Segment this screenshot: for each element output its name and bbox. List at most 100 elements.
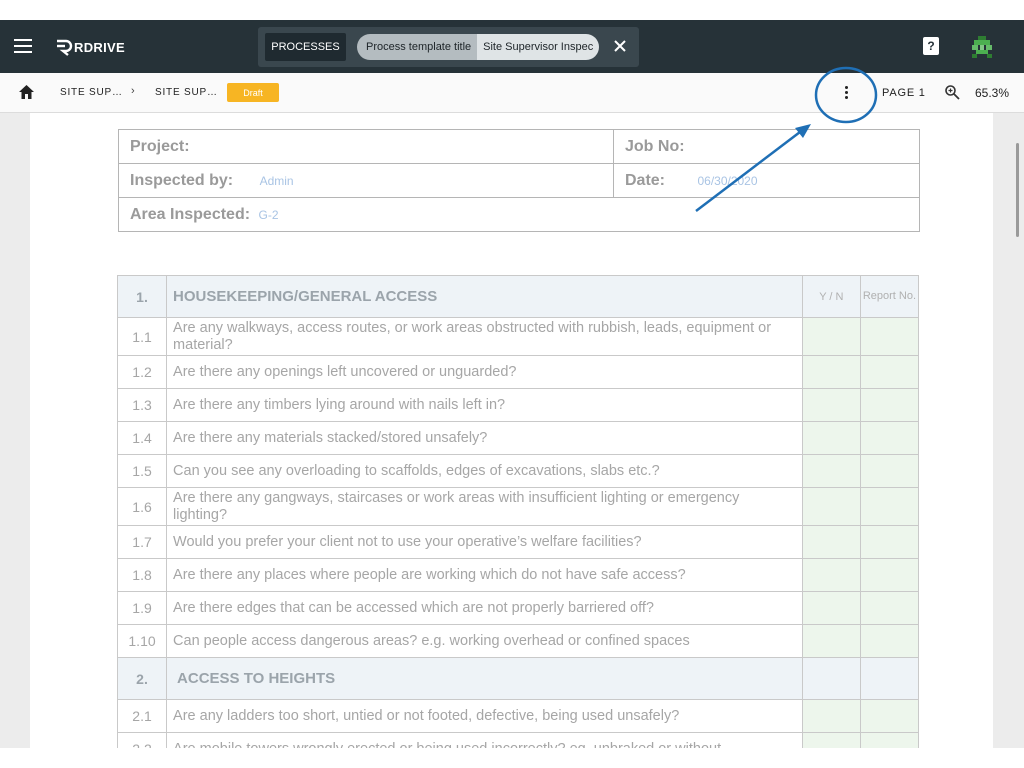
report-number-cell[interactable] xyxy=(859,732,920,748)
table-row: 1.8 Are there any places where people are… xyxy=(116,558,920,592)
more-options-icon[interactable] xyxy=(838,83,854,103)
rdrive-logo-icon xyxy=(57,39,73,56)
report-number-cell[interactable] xyxy=(859,317,920,356)
report-number-cell[interactable] xyxy=(859,699,920,733)
menu-icon[interactable] xyxy=(14,39,32,53)
question-text: Are there any timbers lying around with … xyxy=(166,388,803,422)
report-number-cell[interactable] xyxy=(859,487,920,526)
inspection-header-table: Project: Job No: Inspected by: Admin Dat… xyxy=(118,129,920,232)
report-number-cell[interactable] xyxy=(859,355,920,389)
yn-cell[interactable] xyxy=(801,317,861,356)
zoom-level: 65.3% xyxy=(975,86,1010,100)
section-number: 2. xyxy=(116,657,168,700)
question-number: 1.10 xyxy=(116,624,168,658)
breadcrumb: SITE SUP… › SITE SUP… Draft PAGE 1 65.3% xyxy=(0,73,1024,113)
question-text: Are there edges that can be accessed whi… xyxy=(166,591,803,625)
yn-cell[interactable] xyxy=(801,421,861,455)
area-inspected-field[interactable]: Area Inspected: G-2 xyxy=(118,197,920,232)
inspected-by-field[interactable]: Inspected by: Admin xyxy=(118,163,614,198)
section-title: HOUSEKEEPING/GENERAL ACCESS xyxy=(166,275,803,318)
area-inspected-label: Area Inspected: xyxy=(130,205,251,223)
report-number-cell[interactable] xyxy=(859,624,920,658)
inspected-by-value: Admin xyxy=(259,173,294,188)
question-number: 1.8 xyxy=(116,558,168,592)
question-text: Are there any openings left uncovered or… xyxy=(166,355,803,389)
report-number-cell[interactable] xyxy=(859,525,920,559)
question-text: Are mobile towers wrongly erected or bei… xyxy=(166,732,803,748)
document-viewport[interactable]: Project: Job No: Inspected by: Admin Dat… xyxy=(0,113,1024,748)
table-row: 1.2 Are there any openings left uncovered… xyxy=(116,355,920,389)
yn-cell[interactable] xyxy=(801,454,861,488)
section-number: 1. xyxy=(116,275,168,318)
table-row: 2.2Are mobile towers wrongly erected or … xyxy=(116,732,920,748)
question-number: 1.7 xyxy=(116,525,168,559)
question-text: Can people access dangerous areas? e.g. … xyxy=(166,624,803,658)
section-header-row: 1. HOUSEKEEPING/GENERAL ACCESS Y / N Rep… xyxy=(116,275,920,318)
question-number: 1.3 xyxy=(116,388,168,422)
yn-cell[interactable] xyxy=(801,525,861,559)
question-text: Can you see any overloading to scaffolds… xyxy=(166,454,803,488)
report-number-cell[interactable] xyxy=(859,657,920,700)
home-icon[interactable] xyxy=(18,84,35,100)
job-number-field[interactable]: Job No: xyxy=(613,129,920,164)
yn-cell[interactable] xyxy=(801,558,861,592)
table-row: 1.6 Are there any gangways, staircases or… xyxy=(116,487,920,526)
report-number-cell[interactable] xyxy=(859,558,920,592)
table-row: 1.4 Are there any materials stacked/store… xyxy=(116,421,920,455)
table-row: 1.1 Are any walkways, access routes, or w… xyxy=(116,317,920,356)
project-label: Project: xyxy=(130,137,190,155)
column-header-yn: Y / N xyxy=(801,275,861,318)
report-number-cell[interactable] xyxy=(859,454,920,488)
question-text: Are any walkways, access routes, or work… xyxy=(166,317,803,356)
help-icon[interactable]: ? xyxy=(923,37,939,55)
process-tabs: PROCESSES Process template title Site Su… xyxy=(258,27,639,67)
report-number-cell[interactable] xyxy=(859,388,920,422)
question-number: 1.6 xyxy=(116,487,168,526)
report-number-cell[interactable] xyxy=(859,421,920,455)
table-row: 1.7 Would you prefer your client not to u… xyxy=(116,525,920,559)
scrollbar[interactable] xyxy=(1016,143,1019,237)
question-text: Are there any places where people are wo… xyxy=(166,558,803,592)
report-number-cell[interactable] xyxy=(859,591,920,625)
question-text: Are there any materials stacked/stored u… xyxy=(166,421,803,455)
tab-process-template-title[interactable]: Process template title xyxy=(357,34,478,60)
column-header-report: Report No. xyxy=(859,275,920,318)
question-number: 1.5 xyxy=(116,454,168,488)
document-page: Project: Job No: Inspected by: Admin Dat… xyxy=(30,113,993,748)
tab-site-supervisor-inspection[interactable]: Site Supervisor Inspec xyxy=(477,34,600,60)
question-number: 2.1 xyxy=(116,699,168,733)
date-label: Date: xyxy=(625,171,666,189)
question-number: 2.2 xyxy=(116,732,168,748)
yn-cell[interactable] xyxy=(801,487,861,526)
yn-cell[interactable] xyxy=(801,388,861,422)
question-number: 1.4 xyxy=(116,421,168,455)
yn-cell[interactable] xyxy=(801,657,861,700)
close-icon[interactable] xyxy=(612,38,628,54)
yn-cell[interactable] xyxy=(801,591,861,625)
question-text: Are any ladders too short, untied or not… xyxy=(166,699,803,733)
table-row: 1.10 Can people access dangerous areas? e… xyxy=(116,624,920,658)
date-field[interactable]: Date: 06/30/2020 xyxy=(613,163,920,198)
question-number: 1.9 xyxy=(116,591,168,625)
question-number: 1.1 xyxy=(116,317,168,356)
yn-cell[interactable] xyxy=(801,699,861,733)
yn-cell[interactable] xyxy=(801,732,861,748)
question-number: 1.2 xyxy=(116,355,168,389)
project-field[interactable]: Project: xyxy=(118,129,614,164)
avatar[interactable] xyxy=(969,34,995,60)
page-indicator: PAGE 1 xyxy=(882,87,926,99)
zoom-icon[interactable] xyxy=(944,84,960,100)
yn-cell[interactable] xyxy=(801,624,861,658)
breadcrumb-separator: › xyxy=(131,85,135,97)
section-title: ACCESS TO HEIGHTS xyxy=(166,657,803,700)
yn-cell[interactable] xyxy=(801,355,861,389)
table-row: 1.5 Can you see any overloading to scaffo… xyxy=(116,454,920,488)
table-row: 1.3 Are there any timbers lying around wi… xyxy=(116,388,920,422)
question-text: Are there any gangways, staircases or wo… xyxy=(166,487,803,526)
brand-name: RDRIVE xyxy=(74,39,125,55)
date-value: 06/30/2020 xyxy=(697,173,758,188)
breadcrumb-item-2[interactable]: SITE SUP… xyxy=(155,87,218,98)
breadcrumb-item-1[interactable]: SITE SUP… xyxy=(60,87,123,98)
logo[interactable]: RDRIVE xyxy=(55,36,125,58)
processes-button[interactable]: PROCESSES xyxy=(265,33,346,61)
